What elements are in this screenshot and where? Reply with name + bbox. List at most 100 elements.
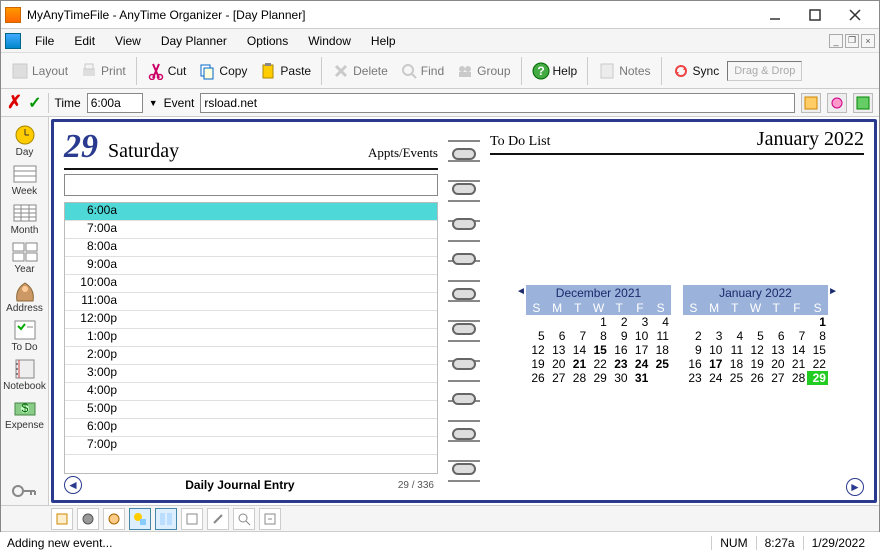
- sidebar-item-day[interactable]: Day: [2, 121, 48, 160]
- sidebar-item-address[interactable]: Address: [2, 277, 48, 316]
- mdi-restore-button[interactable]: ❐: [845, 34, 859, 48]
- mini-cal-day[interactable]: 27: [547, 371, 568, 385]
- next-day-button[interactable]: ►: [846, 478, 864, 496]
- sidebar-item-notebook[interactable]: Notebook: [2, 355, 48, 394]
- menu-day-planner[interactable]: Day Planner: [151, 31, 237, 51]
- mini-cal-day[interactable]: [766, 315, 787, 329]
- event-input[interactable]: [200, 93, 795, 113]
- sidebar-item-expense[interactable]: $Expense: [2, 394, 48, 433]
- mini-cal-day[interactable]: 7: [567, 329, 588, 343]
- mini-cal-day[interactable]: 25: [650, 357, 671, 371]
- mini-cal-day[interactable]: 14: [787, 343, 808, 357]
- mini-cal-day[interactable]: 9: [683, 343, 704, 357]
- sidebar-item-month[interactable]: Month: [2, 199, 48, 238]
- timeslot-row[interactable]: 4:00p: [65, 383, 437, 401]
- mini-cal-day[interactable]: 9: [609, 329, 630, 343]
- mini-cal-day[interactable]: [547, 315, 568, 329]
- mini-cal-day[interactable]: 21: [567, 357, 588, 371]
- time-dropdown-icon[interactable]: ▼: [149, 98, 158, 108]
- mini-cal-day[interactable]: 20: [766, 357, 787, 371]
- mini-cal-day[interactable]: 15: [807, 343, 828, 357]
- reminder-button[interactable]: [827, 93, 847, 113]
- mini-cal-day[interactable]: 30: [609, 371, 630, 385]
- minimize-button[interactable]: [755, 3, 795, 27]
- bt-btn-7[interactable]: [207, 508, 229, 530]
- timeslot-row[interactable]: 3:00p: [65, 365, 437, 383]
- bt-btn-3[interactable]: [103, 508, 125, 530]
- mini-cal-day[interactable]: [567, 315, 588, 329]
- menu-edit[interactable]: Edit: [64, 31, 105, 51]
- mini-cal-day[interactable]: 7: [787, 329, 808, 343]
- new-event-row[interactable]: [64, 174, 438, 196]
- timeslot-row[interactable]: 6:00a: [65, 203, 437, 221]
- mini-cal-day[interactable]: 28: [787, 371, 808, 385]
- timeslot-row[interactable]: 11:00a: [65, 293, 437, 311]
- mini-cal-day[interactable]: 16: [609, 343, 630, 357]
- mini-cal-day[interactable]: 18: [724, 357, 745, 371]
- sidebar-item-week[interactable]: Week: [2, 160, 48, 199]
- mini-cal-day[interactable]: 20: [547, 357, 568, 371]
- mini-cal-day[interactable]: 4: [724, 329, 745, 343]
- mini-cal-day[interactable]: 5: [745, 329, 766, 343]
- mini-cal-day[interactable]: 22: [588, 357, 609, 371]
- mini-cal-day[interactable]: 24: [630, 357, 651, 371]
- mini-cal-day[interactable]: 17: [704, 357, 725, 371]
- mini-cal-day[interactable]: 15: [588, 343, 609, 357]
- mini-cal-day[interactable]: 10: [630, 329, 651, 343]
- menu-window[interactable]: Window: [298, 31, 361, 51]
- mini-cal-day[interactable]: 8: [807, 329, 828, 343]
- timeslot-row[interactable]: 1:00p: [65, 329, 437, 347]
- mini-cal-day[interactable]: 3: [630, 315, 651, 329]
- mini-cal-day[interactable]: 11: [650, 329, 671, 343]
- mini-cal-day[interactable]: 16: [683, 357, 704, 371]
- mini-cal-day[interactable]: [683, 315, 704, 329]
- mini-cal-day[interactable]: 1: [588, 315, 609, 329]
- mini-cal-day[interactable]: 29: [807, 371, 828, 385]
- mini-calendar-0[interactable]: ◄December 2021SMTWTFS1234567891011121314…: [526, 285, 671, 385]
- timeslot-row[interactable]: 10:00a: [65, 275, 437, 293]
- paste-button[interactable]: Paste: [255, 60, 315, 82]
- bt-btn-5[interactable]: [155, 508, 177, 530]
- mini-cal-day[interactable]: 5: [526, 329, 547, 343]
- mini-cal-day[interactable]: 26: [745, 371, 766, 385]
- timeslot-row[interactable]: 8:00a: [65, 239, 437, 257]
- mini-cal-day[interactable]: 23: [683, 371, 704, 385]
- mini-cal-day[interactable]: 6: [766, 329, 787, 343]
- cal-prev-icon[interactable]: ◄: [516, 286, 526, 297]
- mini-cal-day[interactable]: 18: [650, 343, 671, 357]
- mini-cal-day[interactable]: [650, 371, 671, 385]
- journal-entry-label[interactable]: Daily Journal Entry: [82, 478, 398, 492]
- timeslot-row[interactable]: 2:00p: [65, 347, 437, 365]
- bt-btn-6[interactable]: [181, 508, 203, 530]
- time-input[interactable]: [87, 93, 143, 113]
- mini-cal-day[interactable]: 13: [766, 343, 787, 357]
- bt-btn-2[interactable]: [77, 508, 99, 530]
- mini-cal-day[interactable]: 29: [588, 371, 609, 385]
- mini-cal-day[interactable]: 12: [526, 343, 547, 357]
- mini-cal-day[interactable]: 22: [807, 357, 828, 371]
- sync-button[interactable]: Sync: [668, 60, 724, 82]
- mini-cal-day[interactable]: 11: [724, 343, 745, 357]
- mini-cal-day[interactable]: [724, 315, 745, 329]
- menu-help[interactable]: Help: [361, 31, 406, 51]
- copy-button[interactable]: Copy: [194, 60, 251, 82]
- timeslot-row[interactable]: 9:00a: [65, 257, 437, 275]
- mini-cal-day[interactable]: 1: [807, 315, 828, 329]
- mini-cal-day[interactable]: 6: [547, 329, 568, 343]
- mini-cal-day[interactable]: 12: [745, 343, 766, 357]
- timeslot-row[interactable]: 6:00p: [65, 419, 437, 437]
- mini-cal-day[interactable]: 25: [724, 371, 745, 385]
- help-button[interactable]: ?Help: [528, 60, 582, 82]
- mini-cal-day[interactable]: [704, 315, 725, 329]
- mini-cal-day[interactable]: 2: [609, 315, 630, 329]
- prev-day-button[interactable]: ◄: [64, 476, 82, 494]
- sidebar-item-year[interactable]: Year: [2, 238, 48, 277]
- mini-cal-day[interactable]: 21: [787, 357, 808, 371]
- bt-btn-8[interactable]: [233, 508, 255, 530]
- mini-calendar-1[interactable]: ►January 2022SMTWTFS12345678910111213141…: [683, 285, 828, 385]
- cancel-event-button[interactable]: ✗: [7, 92, 22, 113]
- menu-file[interactable]: File: [25, 31, 64, 51]
- mini-cal-day[interactable]: 2: [683, 329, 704, 343]
- mini-cal-day[interactable]: 14: [567, 343, 588, 357]
- close-button[interactable]: [835, 3, 875, 27]
